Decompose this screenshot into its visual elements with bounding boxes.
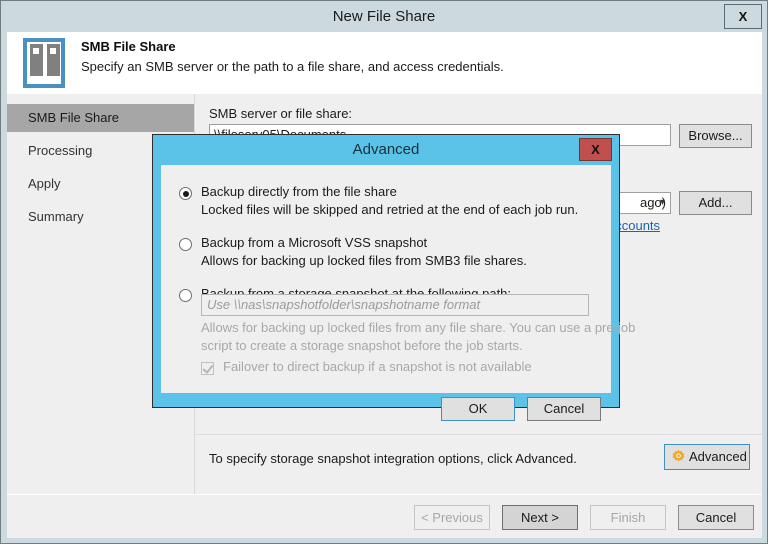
new-file-share-window: New File Share X SMB File Share Specify …: [0, 0, 768, 544]
previous-button[interactable]: < Previous: [414, 505, 490, 530]
cancel-button[interactable]: Cancel: [678, 505, 754, 530]
advanced-button[interactable]: Advanced: [664, 444, 750, 470]
radio-backup-vss-desc: Allows for backing up locked files from …: [201, 253, 527, 268]
radio-backup-vss-indicator: [179, 238, 192, 251]
advanced-dialog-title: Advanced: [352, 141, 420, 158]
browse-button[interactable]: Browse...: [679, 124, 752, 148]
advanced-dialog-close-button[interactable]: X: [579, 138, 612, 161]
file-share-icon: [15, 34, 75, 94]
radio-backup-direct-label: Backup directly from the file share: [201, 184, 397, 199]
dialog-ok-button[interactable]: OK: [441, 397, 515, 421]
wizard-header: SMB File Share Specify an SMB server or …: [7, 32, 762, 94]
add-credentials-button[interactable]: Add...: [679, 191, 752, 215]
radio-backup-direct-indicator: [179, 187, 192, 200]
advanced-dialog-content: Backup directly from the file share Lock…: [161, 165, 635, 421]
page-title: SMB File Share: [81, 39, 176, 54]
advanced-dialog-titlebar: Advanced X: [153, 135, 619, 165]
snapshot-path-desc-line1: Allows for backing up locked files from …: [201, 320, 636, 335]
snapshot-path-input[interactable]: Use \\nas\snapshotfolder\snapshotname fo…: [201, 294, 589, 316]
radio-backup-vss-label: Backup from a Microsoft VSS snapshot: [201, 235, 428, 250]
wizard-footer: < Previous Next > Finish Cancel: [7, 494, 762, 538]
radio-backup-storage-snapshot-indicator: [179, 289, 192, 302]
advanced-dialog: Advanced X Backup directly from the file…: [152, 134, 635, 421]
failover-checkbox-label: Failover to direct backup if a snapshot …: [223, 359, 532, 374]
snapshot-path-desc-line2: script to create a storage snapshot befo…: [201, 338, 523, 353]
chevron-down-icon: ▾: [659, 197, 665, 208]
dialog-cancel-button[interactable]: Cancel: [527, 397, 601, 421]
radio-backup-direct-desc: Locked files will be skipped and retried…: [201, 202, 579, 217]
window-titlebar: New File Share X: [1, 1, 767, 32]
advanced-hint-text: To specify storage snapshot integration …: [209, 451, 577, 466]
page-subtitle: Specify an SMB server or the path to a f…: [81, 59, 504, 74]
gear-icon: [670, 449, 687, 466]
window-close-button[interactable]: X: [724, 4, 762, 29]
advanced-strip: To specify storage snapshot integration …: [195, 434, 762, 488]
failover-checkbox[interactable]: [201, 362, 214, 375]
next-button[interactable]: Next >: [502, 505, 578, 530]
smb-server-label: SMB server or file share:: [209, 106, 353, 121]
finish-button[interactable]: Finish: [590, 505, 666, 530]
advanced-button-label: Advanced: [689, 449, 747, 464]
window-title: New File Share: [332, 8, 436, 25]
sidebar-item-smb-file-share[interactable]: SMB File Share: [7, 104, 194, 132]
